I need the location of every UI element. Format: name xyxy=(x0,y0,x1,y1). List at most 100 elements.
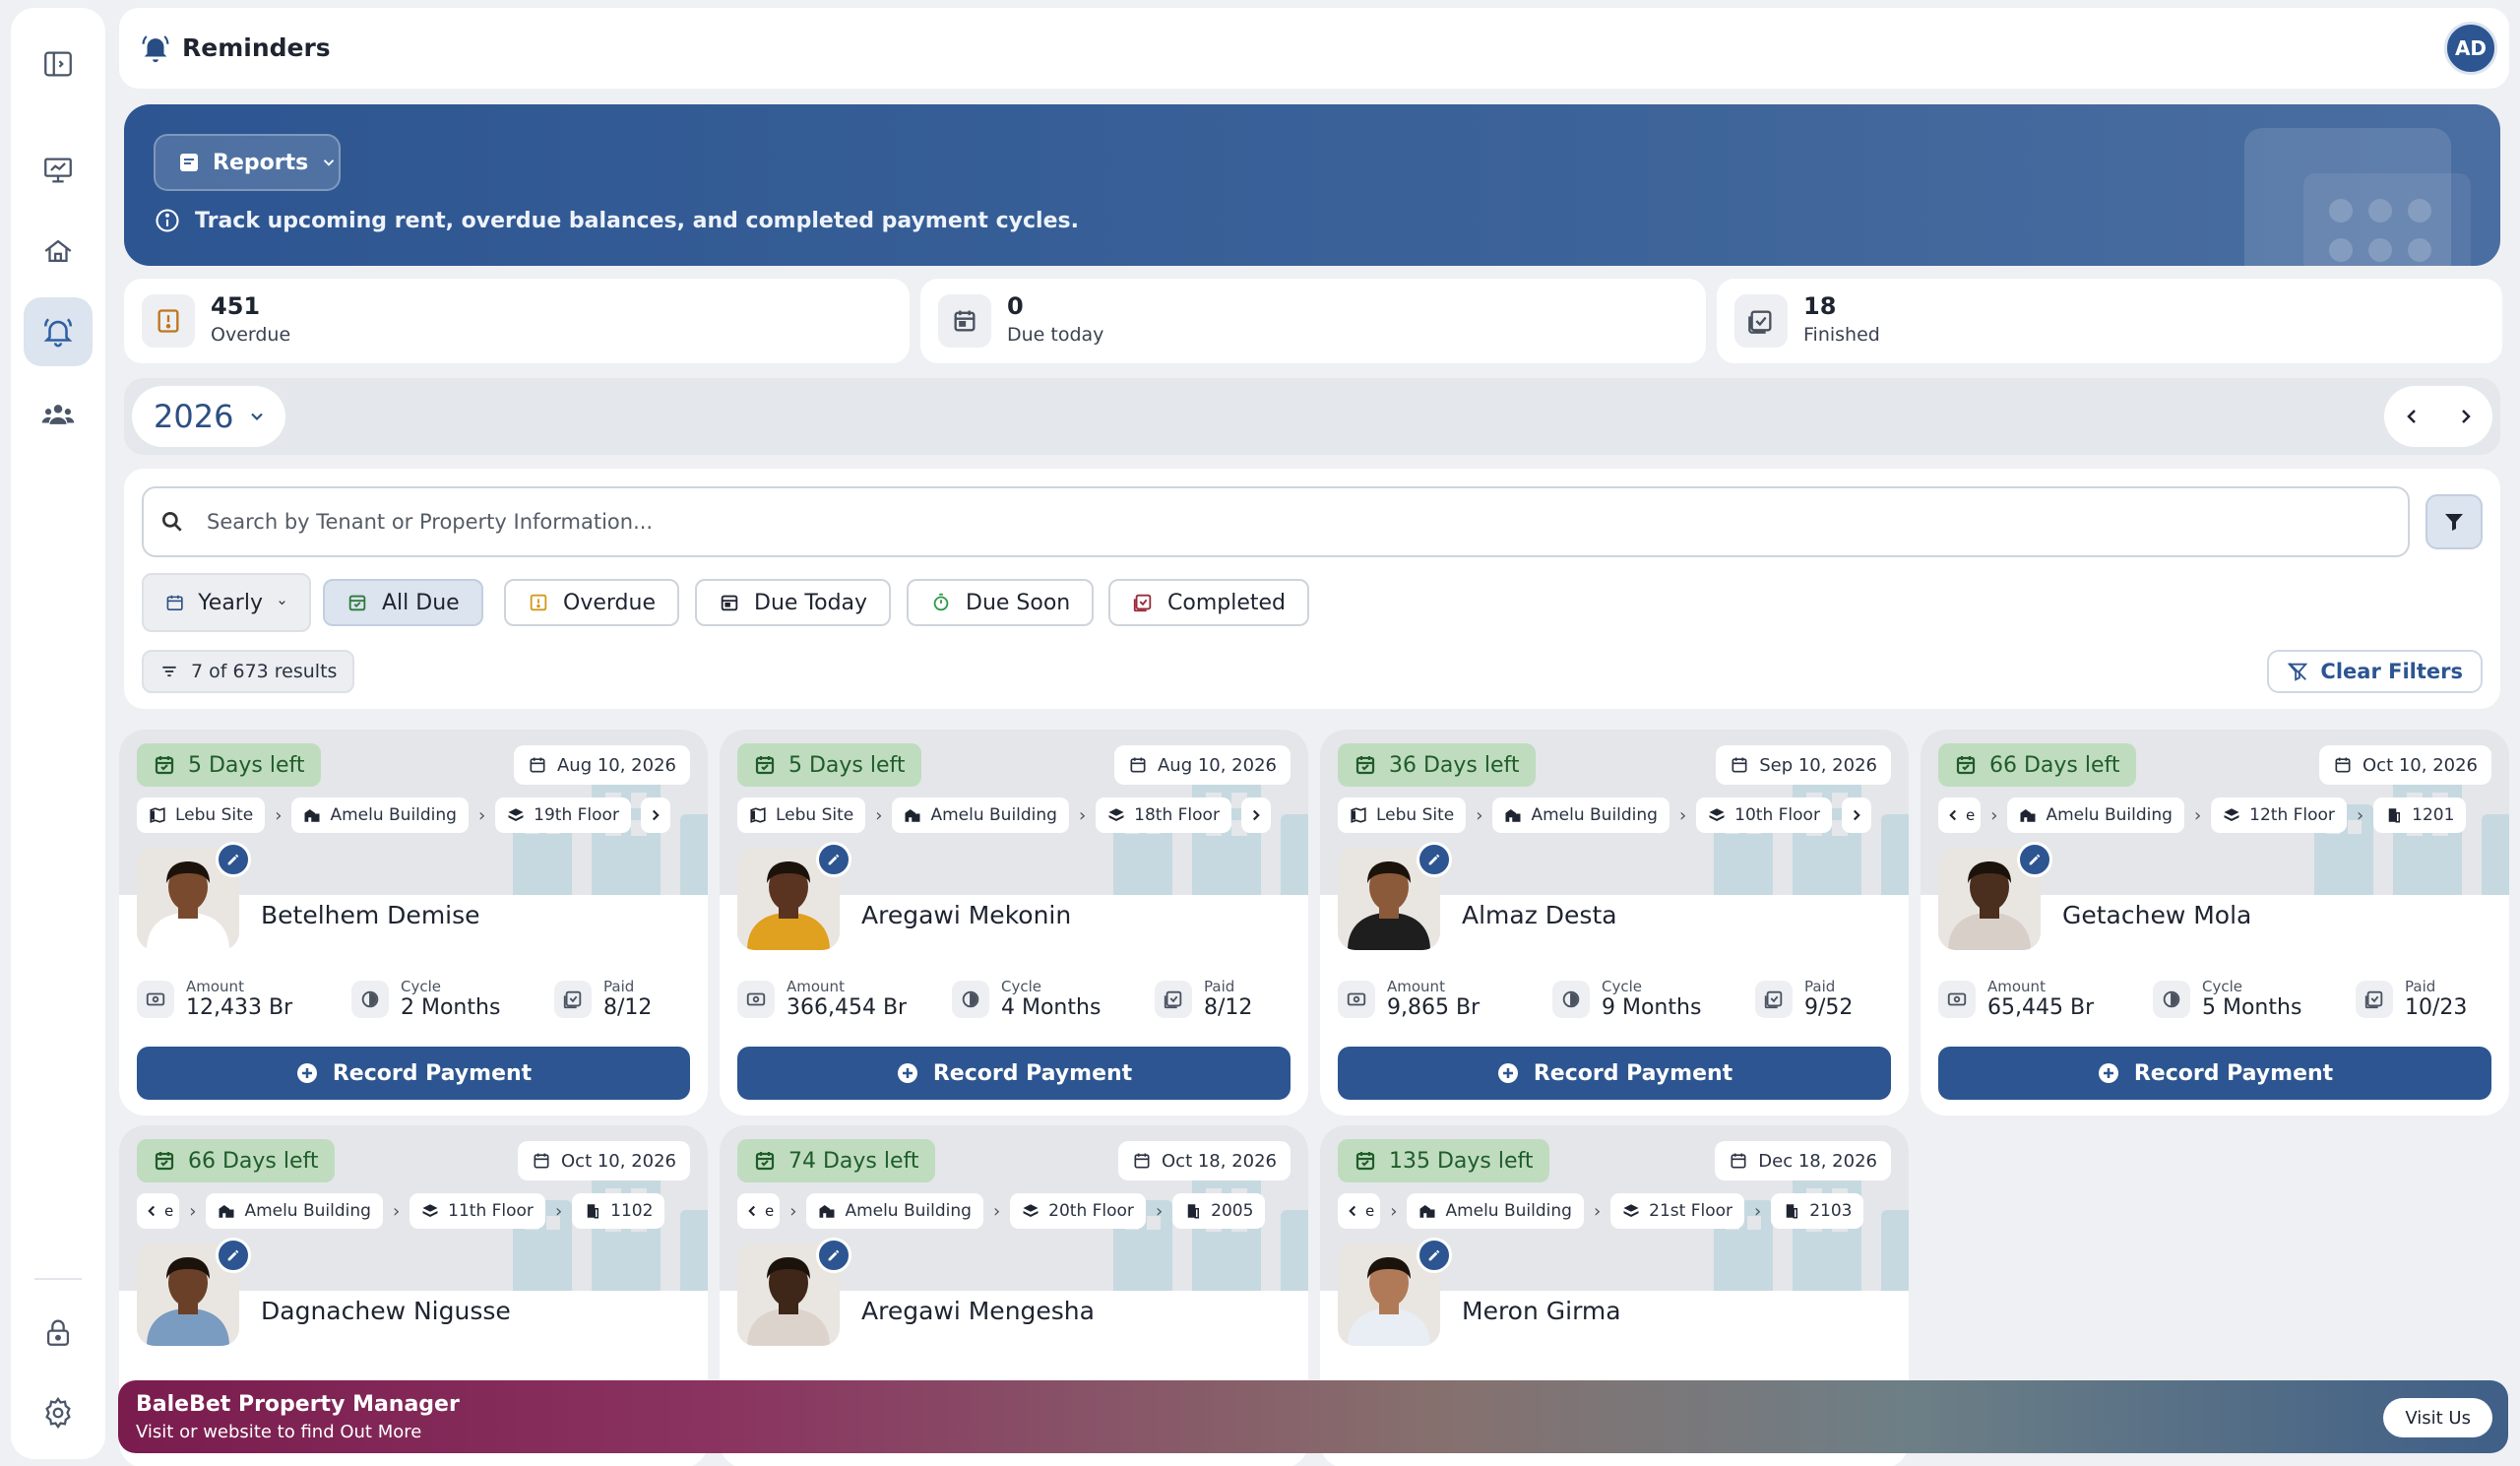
breadcrumb-floor[interactable]: 10th Floor xyxy=(1696,797,1832,833)
filter-chip-label: All Due xyxy=(382,590,460,615)
funnel-icon xyxy=(2445,514,2463,531)
meta-paid: Paid 10/23 xyxy=(2356,978,2467,1021)
breadcrumb-floor[interactable]: 21st Floor xyxy=(1610,1193,1745,1229)
cash-icon xyxy=(137,981,174,1018)
record-payment-button[interactable]: Record Payment xyxy=(1938,1047,2491,1100)
breadcrumb-scroll-right[interactable] xyxy=(1240,797,1271,833)
reports-dropdown-button[interactable]: Reports xyxy=(154,134,341,191)
reminders-bell-icon[interactable] xyxy=(24,297,93,366)
record-payment-button[interactable]: Record Payment xyxy=(137,1047,690,1100)
edit-tenant-button[interactable] xyxy=(1417,842,1452,877)
breadcrumb-scroll-left[interactable]: e xyxy=(1938,797,1982,833)
record-payment-button[interactable]: Record Payment xyxy=(737,1047,1291,1100)
breadcrumb-building[interactable]: Amelu Building xyxy=(2007,797,2184,833)
breadcrumb-unit[interactable]: 1201 xyxy=(2373,797,2467,833)
edit-tenant-button[interactable] xyxy=(216,842,251,877)
breadcrumb-scroll-right[interactable] xyxy=(640,797,670,833)
stat-card-due-today[interactable]: 0 Due today xyxy=(920,279,1706,363)
breadcrumb-building[interactable]: Amelu Building xyxy=(806,1193,983,1229)
building-watermark-icon xyxy=(1714,1171,1909,1291)
overdue-label: Overdue xyxy=(211,324,291,346)
filter-chip-overdue[interactable]: Overdue xyxy=(504,579,679,626)
building-icon xyxy=(1418,1202,1436,1220)
breadcrumb-site[interactable]: Lebu Site xyxy=(1338,797,1467,833)
cash-icon xyxy=(1938,981,1976,1018)
chevron-left-icon[interactable] xyxy=(2400,405,2424,428)
reminder-card[interactable]: 36 Days left Sep 10, 2026 Lebu Site › Amelu … xyxy=(1320,730,1909,1115)
cycle-icon xyxy=(2153,981,2190,1018)
breadcrumb-building[interactable]: Amelu Building xyxy=(206,1193,383,1229)
property-breadcrumb: e › Amelu Building › 11th Floor › 1102 xyxy=(137,1192,694,1230)
record-payment-button[interactable]: Record Payment xyxy=(1338,1047,1891,1100)
breadcrumb-scroll-left[interactable]: e xyxy=(737,1193,781,1229)
building-icon xyxy=(904,806,921,824)
calendar-check-icon xyxy=(348,595,366,611)
meta-label: Cycle xyxy=(401,978,441,995)
clear-filters-button[interactable]: Clear Filters xyxy=(2267,650,2483,693)
stat-card-overdue[interactable]: 451 Overdue xyxy=(124,279,910,363)
breadcrumb-floor[interactable]: 12th Floor xyxy=(2211,797,2347,833)
stat-card-finished[interactable]: 18 Finished xyxy=(1717,279,2502,363)
breadcrumb-unit[interactable]: 2103 xyxy=(1771,1193,1864,1229)
search-input[interactable] xyxy=(207,510,2274,534)
breadcrumb-building[interactable]: Amelu Building xyxy=(1492,797,1670,833)
pencil-icon xyxy=(828,1249,840,1261)
sidebar-toggle-icon[interactable] xyxy=(24,30,93,98)
paid-check-icon xyxy=(554,981,592,1018)
filter-chip-due-soon[interactable]: Due Soon xyxy=(907,579,1095,626)
reminder-card[interactable]: 5 Days left Aug 10, 2026 Lebu Site › Amelu B… xyxy=(720,730,1308,1115)
filter-panel: Yearly All Due Overdue Due Today Due Soo… xyxy=(124,469,2500,709)
filter-chip-all-due[interactable]: All Due xyxy=(323,579,483,626)
breadcrumb-site[interactable]: Lebu Site xyxy=(137,797,266,833)
reminder-card[interactable]: 66 Days left Oct 10, 2026 e › Amelu Building… xyxy=(1921,730,2509,1115)
calendar-icon xyxy=(534,1153,549,1169)
breadcrumb-building[interactable]: Amelu Building xyxy=(291,797,469,833)
property-icon[interactable] xyxy=(24,217,93,286)
building-icon xyxy=(1504,806,1522,824)
visit-us-button[interactable]: Visit Us xyxy=(2383,1398,2492,1437)
settings-gear-icon[interactable] xyxy=(24,1378,93,1447)
breadcrumb-floor[interactable]: 19th Floor xyxy=(495,797,631,833)
breadcrumb-floor[interactable]: 11th Floor xyxy=(410,1193,545,1229)
breadcrumb-building[interactable]: Amelu Building xyxy=(892,797,1069,833)
meta-label: Amount xyxy=(186,978,244,995)
chevron-right-icon[interactable] xyxy=(2454,405,2478,428)
breadcrumb-scroll-right[interactable] xyxy=(1841,797,1871,833)
user-avatar[interactable]: AD xyxy=(2444,22,2497,75)
plus-circle-icon xyxy=(1497,1063,1518,1083)
breadcrumb-unit[interactable]: 2005 xyxy=(1172,1193,1266,1229)
edit-tenant-button[interactable] xyxy=(816,1238,851,1273)
filter-chip-completed[interactable]: Completed xyxy=(1108,579,1309,626)
breadcrumb-site[interactable]: Lebu Site xyxy=(737,797,866,833)
tenants-icon[interactable] xyxy=(24,380,93,449)
breadcrumb-separator: › xyxy=(477,804,486,826)
filter-chip-due-today[interactable]: Due Today xyxy=(695,579,892,626)
property-breadcrumb: Lebu Site › Amelu Building › 10th Floor xyxy=(1338,797,1895,834)
filter-button[interactable] xyxy=(2426,494,2483,549)
edit-tenant-button[interactable] xyxy=(2017,842,2052,877)
filter-chip-label: Due Soon xyxy=(966,590,1071,615)
property-breadcrumb: e › Amelu Building › 12th Floor › 1201 xyxy=(1938,797,2495,834)
dashboard-icon[interactable] xyxy=(24,136,93,205)
lock-icon[interactable] xyxy=(24,1298,93,1367)
record-payment-label: Record Payment xyxy=(332,1060,533,1086)
breadcrumb-separator: › xyxy=(789,1200,797,1222)
breadcrumb-building[interactable]: Amelu Building xyxy=(1407,1193,1584,1229)
breadcrumb-scroll-left[interactable]: e xyxy=(137,1193,180,1229)
breadcrumb-floor[interactable]: 18th Floor xyxy=(1096,797,1231,833)
breadcrumb-unit[interactable]: 1102 xyxy=(572,1193,665,1229)
breadcrumb-scroll-left[interactable]: e xyxy=(1338,1193,1381,1229)
year-selector[interactable]: 2026 xyxy=(132,386,285,447)
edit-tenant-button[interactable] xyxy=(816,842,851,877)
meta-paid: Paid 8/12 xyxy=(1155,978,1252,1021)
reminder-card[interactable]: 5 Days left Aug 10, 2026 Lebu Site › Amelu B… xyxy=(119,730,708,1115)
meta-amount: Amount 366,454 Br xyxy=(737,978,907,1021)
edit-tenant-button[interactable] xyxy=(1417,1238,1452,1273)
period-select[interactable]: Yearly xyxy=(142,573,311,632)
breadcrumb-separator: › xyxy=(1155,1200,1164,1222)
breadcrumb-label: Amelu Building xyxy=(330,805,457,825)
overdue-alert-icon xyxy=(142,294,195,348)
edit-tenant-button[interactable] xyxy=(216,1238,251,1273)
breadcrumb-floor[interactable]: 20th Floor xyxy=(1010,1193,1146,1229)
calendar-icon xyxy=(530,757,545,773)
